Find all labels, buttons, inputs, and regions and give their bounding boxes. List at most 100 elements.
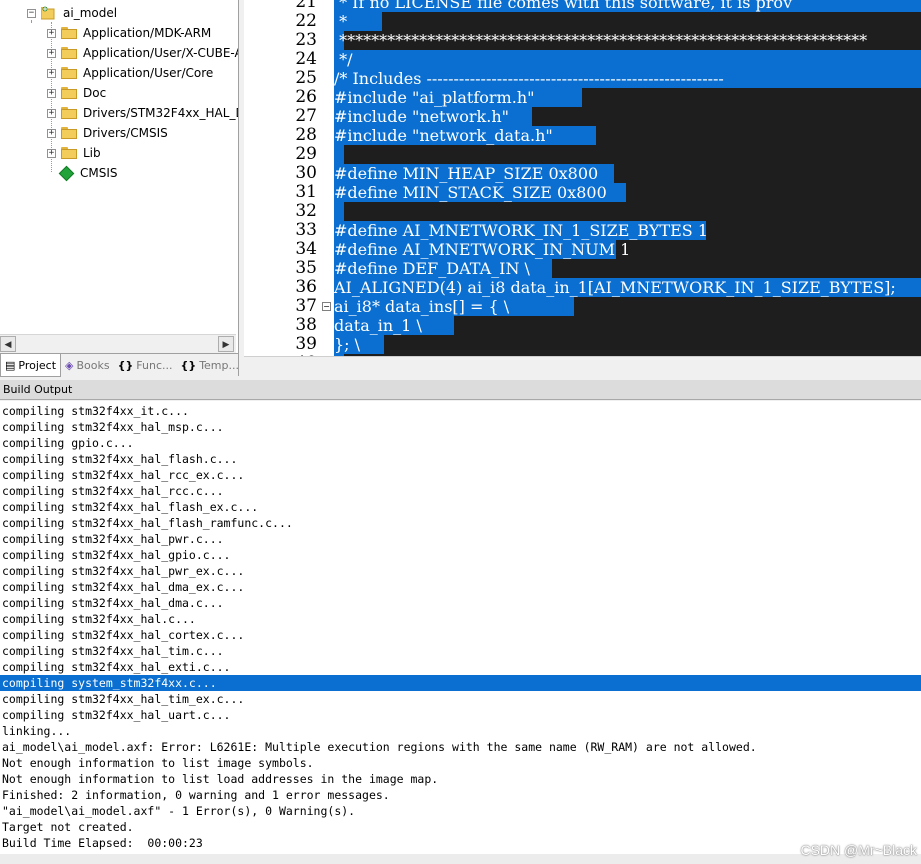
code-line[interactable]: data_in_1 \ <box>334 316 454 335</box>
tab-books[interactable]: ◈ Books <box>61 354 114 376</box>
tab-project[interactable]: ▤ Project <box>0 354 62 377</box>
line-number: 25 <box>295 68 317 88</box>
folder-icon <box>61 67 77 79</box>
folder-icon <box>61 27 77 39</box>
expand-icon[interactable]: + <box>47 108 56 118</box>
build-line[interactable]: compiling stm32f4xx_it.c... <box>0 403 921 419</box>
code-line[interactable]: #include "network_data.h" <box>334 126 596 145</box>
build-line[interactable]: compiling stm32f4xx_hal_rcc_ex.c... <box>0 467 921 483</box>
code-line[interactable]: AI_ALIGNED(4) ai_i8 data_in_1[AI_MNETWOR… <box>334 278 921 297</box>
tree-item-drivers-cmsis[interactable]: + Drivers/CMSIS <box>47 123 168 143</box>
tree-item-lib[interactable]: + Lib <box>47 143 101 163</box>
expand-icon[interactable]: + <box>47 68 56 78</box>
build-line[interactable]: compiling gpio.c... <box>0 435 921 451</box>
build-line[interactable]: Build Time Elapsed: 00:00:23 <box>0 835 921 851</box>
tree-item-label: CMSIS <box>80 166 118 180</box>
scroll-right-icon[interactable]: ▶ <box>218 336 234 352</box>
code-line[interactable]: #define AI_MNETWORK_IN_1_SIZE_BYTES 1 <box>334 221 708 240</box>
expand-icon[interactable]: + <box>47 48 56 58</box>
build-line[interactable]: Target not created. <box>0 819 921 835</box>
build-output-pane[interactable]: compiling stm32f4xx_it.c... compiling stm… <box>0 401 921 864</box>
expand-icon[interactable]: + <box>47 148 56 158</box>
line-number: 36 <box>295 277 317 297</box>
build-line[interactable]: compiling stm32f4xx_hal_flash_ramfunc.c.… <box>0 515 921 531</box>
tree-item-application-user-core[interactable]: + Application/User/Core <box>47 63 213 83</box>
build-line[interactable]: ai_model\ai_model.axf: Error: L6261E: Mu… <box>0 739 921 755</box>
tab-functions[interactable]: {} Func... <box>114 354 177 376</box>
code-line[interactable]: */ <box>334 50 921 69</box>
code-line[interactable]: #define MIN_HEAP_SIZE 0x800 <box>334 164 614 183</box>
build-line[interactable]: Not enough information to list image sym… <box>0 755 921 771</box>
tree-item-doc[interactable]: + Doc <box>47 83 106 103</box>
line-number: 39 <box>295 334 317 354</box>
tree-item-label: Application/User/X-CUBE-AI <box>83 46 238 60</box>
fold-collapse-icon[interactable]: − <box>322 302 331 311</box>
code-line[interactable]: ai_i8* data_ins[] = { \ <box>334 297 574 316</box>
line-number: 33 <box>295 220 317 240</box>
build-line[interactable]: compiling stm32f4xx_hal_rcc.c... <box>0 483 921 499</box>
tree-root-label: ai_model <box>63 6 118 20</box>
status-strip <box>0 854 921 864</box>
build-line[interactable]: compiling stm32f4xx_hal_uart.c... <box>0 707 921 723</box>
code-line[interactable]: * <box>334 12 382 31</box>
folder-icon <box>61 107 77 119</box>
code-line[interactable]: #include "ai_platform.h" <box>334 88 582 107</box>
build-line[interactable]: compiling stm32f4xx_hal_tim_ex.c... <box>0 691 921 707</box>
expand-icon[interactable]: + <box>47 28 56 38</box>
line-number: 24 <box>295 49 317 69</box>
component-diamond-icon <box>58 165 75 181</box>
code-line[interactable]: }; \ <box>334 335 384 354</box>
code-line[interactable]: #define MIN_STACK_SIZE 0x800 <box>334 183 626 202</box>
tree-root[interactable]: − ai_model <box>27 3 117 23</box>
expand-icon[interactable]: + <box>47 88 56 98</box>
build-line[interactable]: compiling stm32f4xx_hal_exti.c... <box>0 659 921 675</box>
code-area[interactable]: * If no LICENSE file comes with this sof… <box>334 0 921 356</box>
build-line[interactable]: compiling stm32f4xx_hal_gpio.c... <box>0 547 921 563</box>
watermark: CSDN @Mr~Black <box>800 842 917 858</box>
books-icon: ◈ <box>65 358 74 372</box>
code-line[interactable] <box>334 202 344 221</box>
build-line[interactable]: Not enough information to list load addr… <box>0 771 921 787</box>
tree-item-drivers-hal[interactable]: + Drivers/STM32F4xx_HAL_Driv <box>47 103 238 123</box>
build-line[interactable]: "ai_model\ai_model.axf" - 1 Error(s), 0 … <box>0 803 921 819</box>
build-line[interactable]: compiling stm32f4xx_hal.c... <box>0 611 921 627</box>
line-number: 32 <box>295 201 317 221</box>
tree-item-cmsis-component[interactable]: CMSIS <box>57 163 118 183</box>
build-line[interactable]: compiling stm32f4xx_hal_pwr_ex.c... <box>0 563 921 579</box>
project-icon: ▤ <box>5 358 16 372</box>
line-number: 23 <box>295 30 317 50</box>
build-line[interactable]: linking... <box>0 723 921 739</box>
build-line[interactable]: compiling stm32f4xx_hal_pwr.c... <box>0 531 921 547</box>
code-line[interactable]: #include "network.h" <box>334 107 532 126</box>
code-editor[interactable]: 2122232425262728293031323334353637383940… <box>244 0 921 356</box>
code-line[interactable]: /* Includes ----------------------------… <box>334 69 921 88</box>
code-line[interactable] <box>334 145 344 164</box>
build-line[interactable]: compiling stm32f4xx_hal_dma_ex.c... <box>0 579 921 595</box>
tab-templates[interactable]: {} Temp... <box>177 354 243 376</box>
build-line[interactable]: compiling stm32f4xx_hal_tim.c... <box>0 643 921 659</box>
build-line-selected[interactable]: compiling system_stm32f4xx.c... <box>0 675 921 691</box>
code-line[interactable]: #define DEF_DATA_IN \ <box>334 259 552 278</box>
tree-item-application-mdk-arm[interactable]: + Application/MDK-ARM <box>47 23 211 43</box>
expand-icon[interactable]: + <box>47 128 56 138</box>
build-line[interactable]: compiling stm32f4xx_hal_dma.c... <box>0 595 921 611</box>
scroll-left-icon[interactable]: ◀ <box>0 336 16 352</box>
tree-horizontal-scrollbar[interactable]: ◀ ▶ <box>0 334 236 353</box>
code-line[interactable]: * If no LICENSE file comes with this sof… <box>334 0 921 12</box>
build-line[interactable]: compiling stm32f4xx_hal_flash_ex.c... <box>0 499 921 515</box>
build-line[interactable]: compiling stm32f4xx_hal_flash.c... <box>0 451 921 467</box>
editor-bottom-bar <box>244 356 921 377</box>
tree-item-label: Application/User/Core <box>83 66 214 80</box>
folder-icon <box>61 147 77 159</box>
line-number: 28 <box>295 125 317 145</box>
build-line[interactable]: compiling stm32f4xx_hal_cortex.c... <box>0 627 921 643</box>
target-folder-icon <box>40 6 57 20</box>
collapse-icon[interactable]: − <box>27 8 36 18</box>
build-line[interactable]: Finished: 2 information, 0 warning and 1… <box>0 787 921 803</box>
tab-label: Func... <box>136 358 173 372</box>
code-line[interactable]: ****************************************… <box>334 31 867 50</box>
line-number: 38 <box>295 315 317 335</box>
code-line[interactable]: #define AI_MNETWORK_IN_NUM 1 <box>334 240 630 259</box>
tree-item-application-user-x-cube-ai[interactable]: + Application/User/X-CUBE-AI <box>47 43 238 63</box>
build-line[interactable]: compiling stm32f4xx_hal_msp.c... <box>0 419 921 435</box>
